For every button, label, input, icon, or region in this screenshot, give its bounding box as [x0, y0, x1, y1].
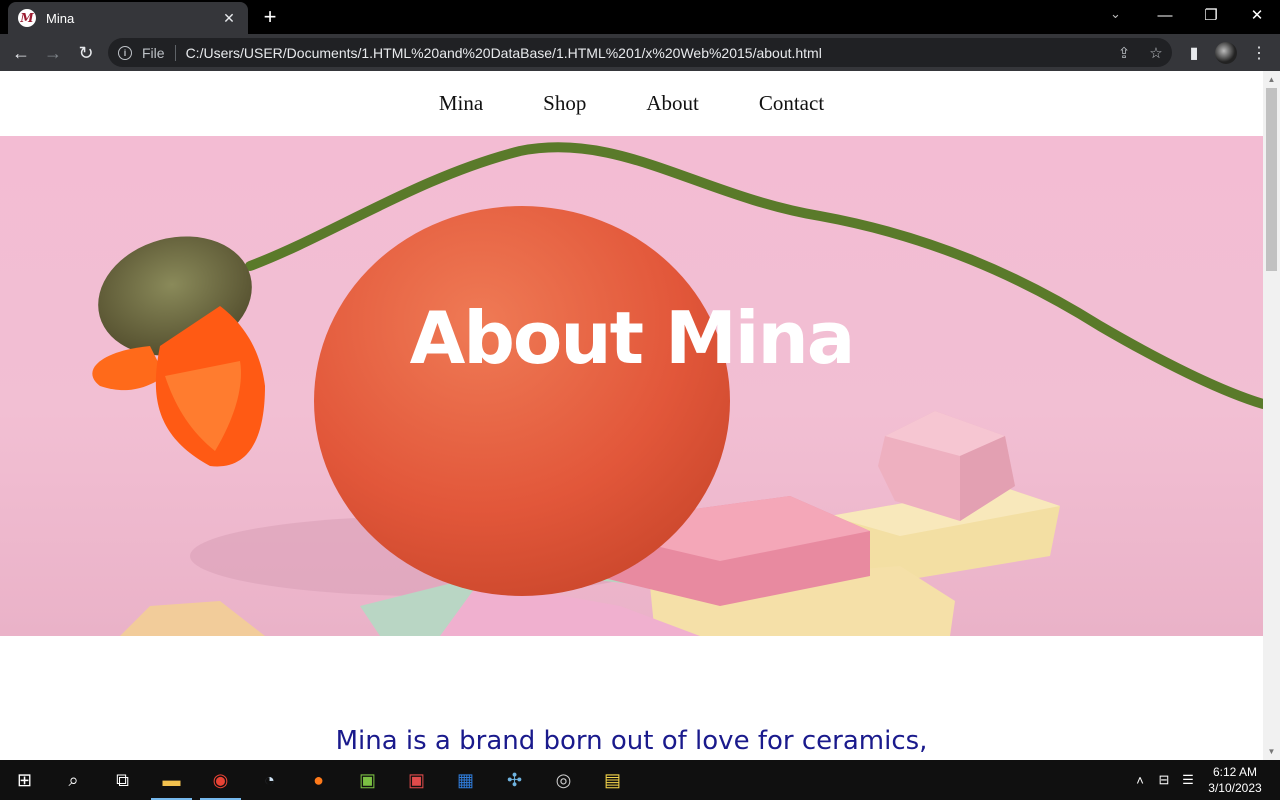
firefox-icon[interactable]: ●	[294, 760, 343, 800]
hero-image	[92, 142, 1263, 636]
address-separator	[174, 44, 176, 61]
restore-button[interactable]: ❐	[1188, 0, 1234, 30]
search-icon[interactable]: ⌕	[49, 760, 98, 800]
browser-tabstrip: M Mina ✕ + ⌄ — ❐ ✕	[0, 0, 1280, 34]
windows-taskbar: ⊞ ⌕ ⧉ ▬ ◉ ◔ ● ▣ ▣ ▦ ✣ ◎ ▤ ˄ ⊟ ☰ 6:12 AM …	[0, 760, 1280, 800]
close-window-button[interactable]: ✕	[1234, 0, 1280, 30]
obs-icon[interactable]: ◎	[539, 760, 588, 800]
nav-link-mina[interactable]: Mina	[439, 91, 483, 116]
windows-start-icon[interactable]: ⊞	[0, 760, 49, 800]
tab-search-chevron-icon[interactable]: ⌄	[1110, 6, 1121, 22]
network-app-icon[interactable]: ✣	[490, 760, 539, 800]
mina-favicon-icon: M	[18, 9, 36, 27]
window-controls: — ❐ ✕	[1142, 0, 1280, 34]
side-panel-icon[interactable]: ▮	[1181, 40, 1207, 66]
hero-banner: About Mina	[0, 136, 1263, 636]
address-bar[interactable]: i File C:/Users/USER/Documents/1.HTML%20…	[108, 38, 1172, 67]
nav-link-shop[interactable]: Shop	[543, 91, 586, 116]
tab-close-icon[interactable]: ✕	[220, 10, 238, 27]
url-text[interactable]: C:/Users/USER/Documents/1.HTML%20and%20D…	[186, 45, 1108, 61]
minimize-button[interactable]: —	[1142, 0, 1188, 30]
task-view-icon[interactable]: ⧉	[98, 760, 147, 800]
avatar-icon	[1215, 42, 1237, 64]
scroll-down-arrow-icon[interactable]: ▼	[1263, 743, 1280, 760]
reload-icon[interactable]: ↻	[73, 40, 99, 66]
file-explorer-icon[interactable]: ▬	[147, 760, 196, 800]
browser-toolbar: ← → ↻ i File C:/Users/USER/Documents/1.H…	[0, 34, 1280, 71]
menu-kebab-icon[interactable]: ⋮	[1246, 40, 1272, 66]
clock-date: 3/10/2023	[1208, 781, 1262, 795]
hero-title: About Mina	[409, 296, 856, 380]
new-tab-button[interactable]: +	[258, 4, 282, 29]
system-tray: ˄ ⊟ ☰ 6:12 AM 3/10/2023	[1128, 760, 1280, 800]
taskbar-clock[interactable]: 6:12 AM 3/10/2023	[1200, 764, 1270, 796]
file-scheme-label: File	[142, 44, 165, 61]
scroll-thumb[interactable]	[1266, 88, 1277, 271]
nav-link-contact[interactable]: Contact	[759, 91, 824, 116]
browser-tab[interactable]: M Mina ✕	[8, 2, 248, 34]
clock-time: 6:12 AM	[1212, 765, 1258, 779]
notification-icon[interactable]: ☰	[1176, 772, 1200, 788]
nav-link-about[interactable]: About	[646, 91, 699, 116]
clock-app-icon[interactable]: ◔	[245, 760, 294, 800]
tab-title: Mina	[46, 10, 75, 26]
android-studio-icon[interactable]: ▣	[343, 760, 392, 800]
intro-text: Mina is a brand born out of love for cer…	[335, 726, 928, 756]
share-icon[interactable]: ⇪	[1108, 44, 1140, 62]
scroll-up-arrow-icon[interactable]: ▲	[1263, 71, 1280, 88]
bookmark-star-icon[interactable]: ☆	[1140, 44, 1172, 62]
tray-overflow-chevron-icon[interactable]: ˄	[1128, 773, 1152, 788]
forward-arrow-icon[interactable]: →	[40, 40, 66, 66]
site-navigation: Mina Shop About Contact	[0, 71, 1263, 136]
page-scrollbar[interactable]: ▲ ▼	[1263, 71, 1280, 760]
screen-recorder-icon[interactable]: ▣	[392, 760, 441, 800]
network-icon[interactable]: ⊟	[1152, 772, 1176, 788]
info-icon[interactable]: i	[118, 45, 132, 60]
profile-avatar[interactable]	[1213, 40, 1239, 66]
calculator-icon[interactable]: ▦	[441, 760, 490, 800]
python-file-icon[interactable]: ▤	[588, 760, 637, 800]
page-viewport: Mina Shop About Contact About Mina Mina …	[0, 71, 1280, 760]
chrome-icon[interactable]: ◉	[196, 760, 245, 800]
back-arrow-icon[interactable]: ←	[8, 40, 34, 66]
